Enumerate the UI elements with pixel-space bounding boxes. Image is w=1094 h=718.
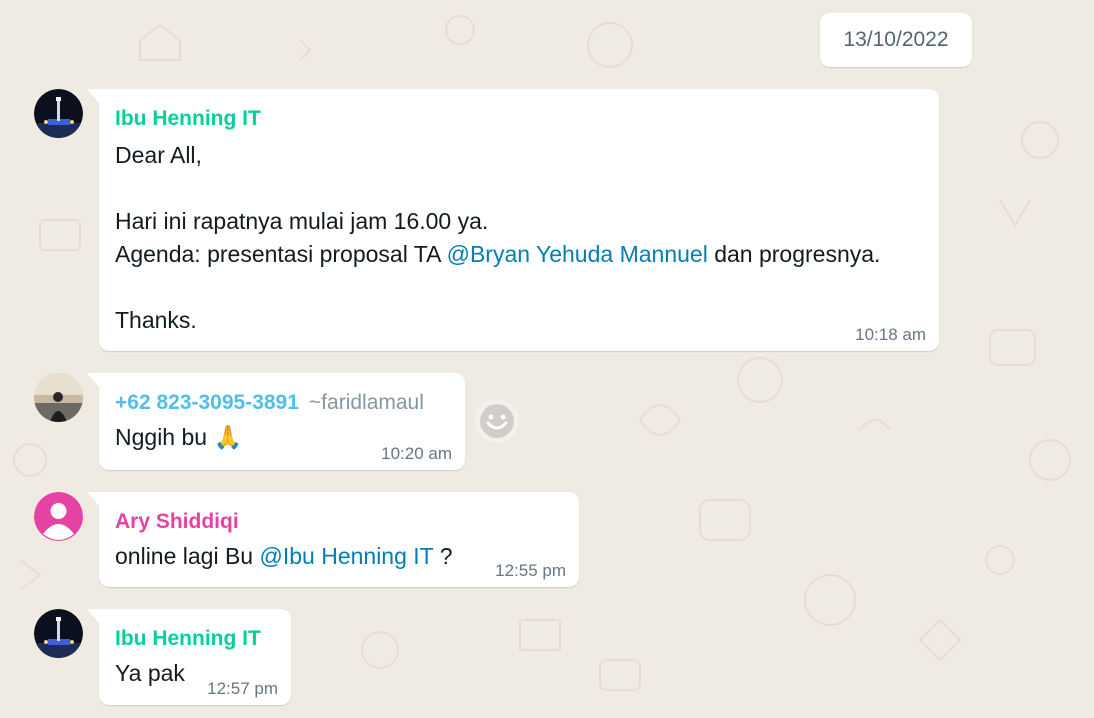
message-line: Ya pak: [115, 660, 185, 686]
message-line: dan progresnya.: [707, 241, 881, 267]
sender-avatar[interactable]: [34, 373, 83, 422]
date-separator: 13/10/2022: [820, 13, 972, 67]
message-text: Dear All, Hari ini rapatnya mulai jam 16…: [115, 139, 924, 337]
message-time: 12:57 pm: [207, 679, 278, 698]
default-user-icon: [34, 492, 83, 541]
message-line: Nggih bu: [115, 424, 214, 450]
profile-photo-icon: [34, 373, 83, 422]
sender-pushname: ~faridlamaul: [308, 391, 424, 414]
message-line: Thanks.: [115, 307, 197, 333]
message-line: Hari ini rapatnya mulai jam 16.00 ya.: [115, 208, 489, 234]
message-time: 10:18 am: [855, 325, 926, 344]
message-bubble[interactable]: +62 823-3095-3891 ~faridlamaul Nggih bu 🙏…: [87, 373, 465, 470]
react-button[interactable]: [475, 399, 519, 443]
message-sender-name[interactable]: Ibu Henning IT: [115, 105, 924, 133]
emoji-smile-icon: [480, 404, 514, 438]
message-bubble[interactable]: Ibu Henning IT Ya pak 12:57 pm: [87, 609, 291, 705]
folded-hands-emoji-icon: 🙏: [213, 424, 243, 450]
sender-phone[interactable]: +62 823-3095-3891: [115, 391, 299, 414]
message-sender-name[interactable]: Ary Shiddiqi: [115, 508, 564, 536]
profile-photo-icon: [34, 609, 83, 658]
mention-link[interactable]: @Bryan Yehuda Mannuel: [447, 241, 708, 267]
message-time: 12:55 pm: [495, 561, 566, 580]
message-bubble[interactable]: Ibu Henning IT Dear All, Hari ini rapatn…: [87, 89, 939, 351]
message-time: 10:20 am: [381, 444, 452, 463]
sender-avatar[interactable]: [34, 609, 83, 658]
date-separator-label: 13/10/2022: [843, 28, 949, 51]
message-sender-name[interactable]: Ibu Henning IT: [115, 625, 276, 653]
sender-avatar[interactable]: [34, 492, 83, 541]
message-line: ?: [433, 543, 453, 569]
message-sender-name[interactable]: +62 823-3095-3891 ~faridlamaul: [115, 389, 450, 417]
sender-avatar[interactable]: [34, 89, 83, 138]
mention-link[interactable]: @Ibu Henning IT: [260, 543, 434, 569]
message-line: Dear All,: [115, 142, 202, 168]
message-line: online lagi Bu: [115, 543, 260, 569]
profile-photo-icon: [34, 89, 83, 138]
message-line: Agenda: presentasi proposal TA: [115, 241, 447, 267]
message-bubble[interactable]: Ary Shiddiqi online lagi Bu @Ibu Henning…: [87, 492, 579, 587]
